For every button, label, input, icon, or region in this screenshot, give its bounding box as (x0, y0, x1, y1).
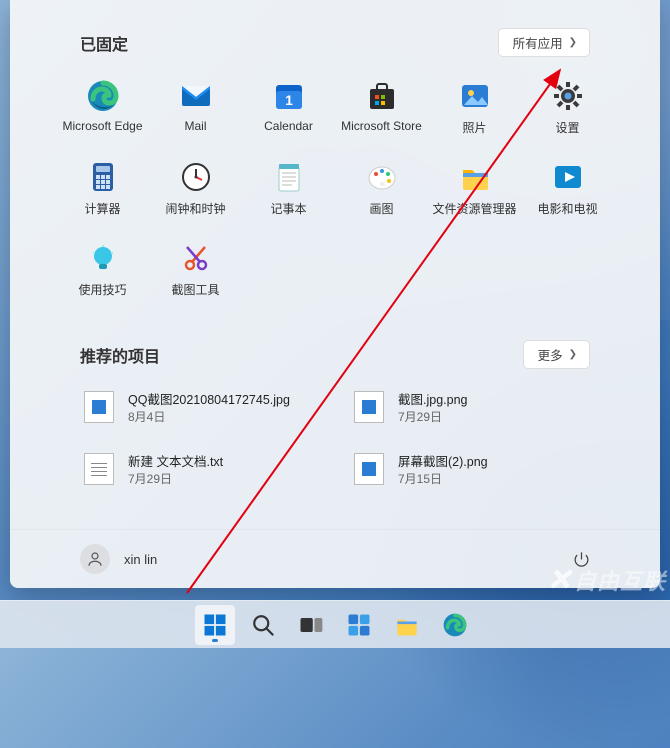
taskbar-search-button[interactable] (243, 605, 283, 645)
more-label: 更多 (538, 345, 563, 364)
start-icon (201, 611, 229, 639)
snip-icon (179, 241, 213, 275)
notepad-icon (272, 160, 306, 194)
file-name: 截图.jpg.png (398, 389, 467, 408)
all-apps-label: 所有应用 (513, 33, 563, 52)
user-name-label: xin lin (124, 552, 157, 567)
recommended-title: 推荐的项目 (80, 343, 160, 367)
pinned-app-edge[interactable]: Microsoft Edge (56, 73, 149, 142)
pinned-section-header: 已固定 所有应用 ❯ (10, 0, 660, 73)
file-date: 8月4日 (128, 408, 290, 425)
app-label: 闹钟和时钟 (165, 200, 225, 217)
file-thumbnail-icon (84, 453, 114, 485)
taskbar-taskview-button[interactable] (291, 605, 331, 645)
file-thumbnail-icon (84, 391, 114, 423)
explorer-icon (458, 160, 492, 194)
pinned-app-settings[interactable]: 设置 (521, 73, 614, 142)
pinned-app-mail[interactable]: Mail (149, 73, 242, 142)
app-label: 电影和电视 (537, 200, 597, 217)
pinned-app-tips[interactable]: 使用技巧 (56, 235, 149, 304)
taskbar (0, 600, 670, 648)
avatar-icon (80, 544, 110, 574)
app-label: Microsoft Store (341, 119, 422, 133)
app-label: 照片 (462, 119, 486, 136)
all-apps-button[interactable]: 所有应用 ❯ (498, 28, 590, 57)
file-date: 7月15日 (398, 470, 488, 487)
app-label: 设置 (555, 119, 579, 136)
start-menu-panel: 已固定 所有应用 ❯ Microsoft Edge Mail Calendar … (10, 0, 660, 588)
file-name: QQ截图20210804172745.jpg (128, 389, 290, 408)
file-name: 新建 文本文档.txt (128, 451, 223, 470)
recommended-item[interactable]: 屏幕截图(2).png 7月15日 (350, 447, 590, 491)
file-name: 屏幕截图(2).png (398, 451, 488, 470)
taskbar-edge-button[interactable] (435, 605, 475, 645)
more-button[interactable]: 更多 ❯ (523, 340, 590, 369)
edge-icon (86, 79, 120, 113)
pinned-app-calendar[interactable]: Calendar (242, 73, 335, 142)
pinned-app-calculator[interactable]: 计算器 (56, 154, 149, 223)
pinned-apps-grid: Microsoft Edge Mail Calendar Microsoft S… (10, 73, 660, 304)
pinned-app-paint[interactable]: 画图 (335, 154, 428, 223)
pinned-app-snip[interactable]: 截图工具 (149, 235, 242, 304)
app-label: 画图 (369, 200, 393, 217)
chevron-right-icon: ❯ (569, 37, 577, 48)
chevron-right-icon: ❯ (569, 349, 577, 360)
pinned-app-notepad[interactable]: 记事本 (242, 154, 335, 223)
edge-icon (441, 611, 469, 639)
store-icon (365, 79, 399, 113)
recommended-item[interactable]: 截图.jpg.png 7月29日 (350, 385, 590, 429)
app-label: 截图工具 (171, 281, 219, 298)
pinned-title: 已固定 (80, 31, 128, 55)
app-label: Microsoft Edge (62, 119, 142, 133)
widgets-icon (345, 611, 373, 639)
photos-icon (458, 79, 492, 113)
app-label: 使用技巧 (78, 281, 126, 298)
pinned-app-store[interactable]: Microsoft Store (335, 73, 428, 142)
clock-icon (179, 160, 213, 194)
file-date: 7月29日 (128, 470, 223, 487)
mail-icon (179, 79, 213, 113)
recommended-section-header: 推荐的项目 更多 ❯ (10, 304, 660, 385)
file-thumbnail-icon (354, 453, 384, 485)
calculator-icon (86, 160, 120, 194)
file-thumbnail-icon (354, 391, 384, 423)
recommended-item[interactable]: 新建 文本文档.txt 7月29日 (80, 447, 320, 491)
pinned-app-photos[interactable]: 照片 (428, 73, 521, 142)
taskbar-widgets-button[interactable] (339, 605, 379, 645)
search-icon (249, 611, 277, 639)
movies-icon (551, 160, 585, 194)
app-label: 文件资源管理器 (432, 200, 516, 217)
settings-icon (551, 79, 585, 113)
file-date: 7月29日 (398, 408, 467, 425)
watermark-text: ✕ 自由互联 (548, 563, 666, 596)
pinned-app-movies[interactable]: 电影和电视 (521, 154, 614, 223)
pinned-app-explorer[interactable]: 文件资源管理器 (428, 154, 521, 223)
app-label: 记事本 (270, 200, 306, 217)
taskbar-explorer-button[interactable] (387, 605, 427, 645)
taskview-icon (297, 611, 325, 639)
recommended-item[interactable]: QQ截图20210804172745.jpg 8月4日 (80, 385, 320, 429)
app-label: 计算器 (84, 200, 120, 217)
watermark-logo-icon: ✕ (548, 563, 572, 596)
taskbar-start-button[interactable] (195, 605, 235, 645)
explorer-icon (393, 611, 421, 639)
user-account-button[interactable]: xin lin (80, 544, 157, 574)
app-label: Calendar (264, 119, 313, 133)
app-label: Mail (184, 119, 206, 133)
tips-icon (86, 241, 120, 275)
recommended-grid: QQ截图20210804172745.jpg 8月4日 截图.jpg.png 7… (10, 385, 660, 491)
calendar-icon (272, 79, 306, 113)
pinned-app-clock[interactable]: 闹钟和时钟 (149, 154, 242, 223)
paint-icon (365, 160, 399, 194)
